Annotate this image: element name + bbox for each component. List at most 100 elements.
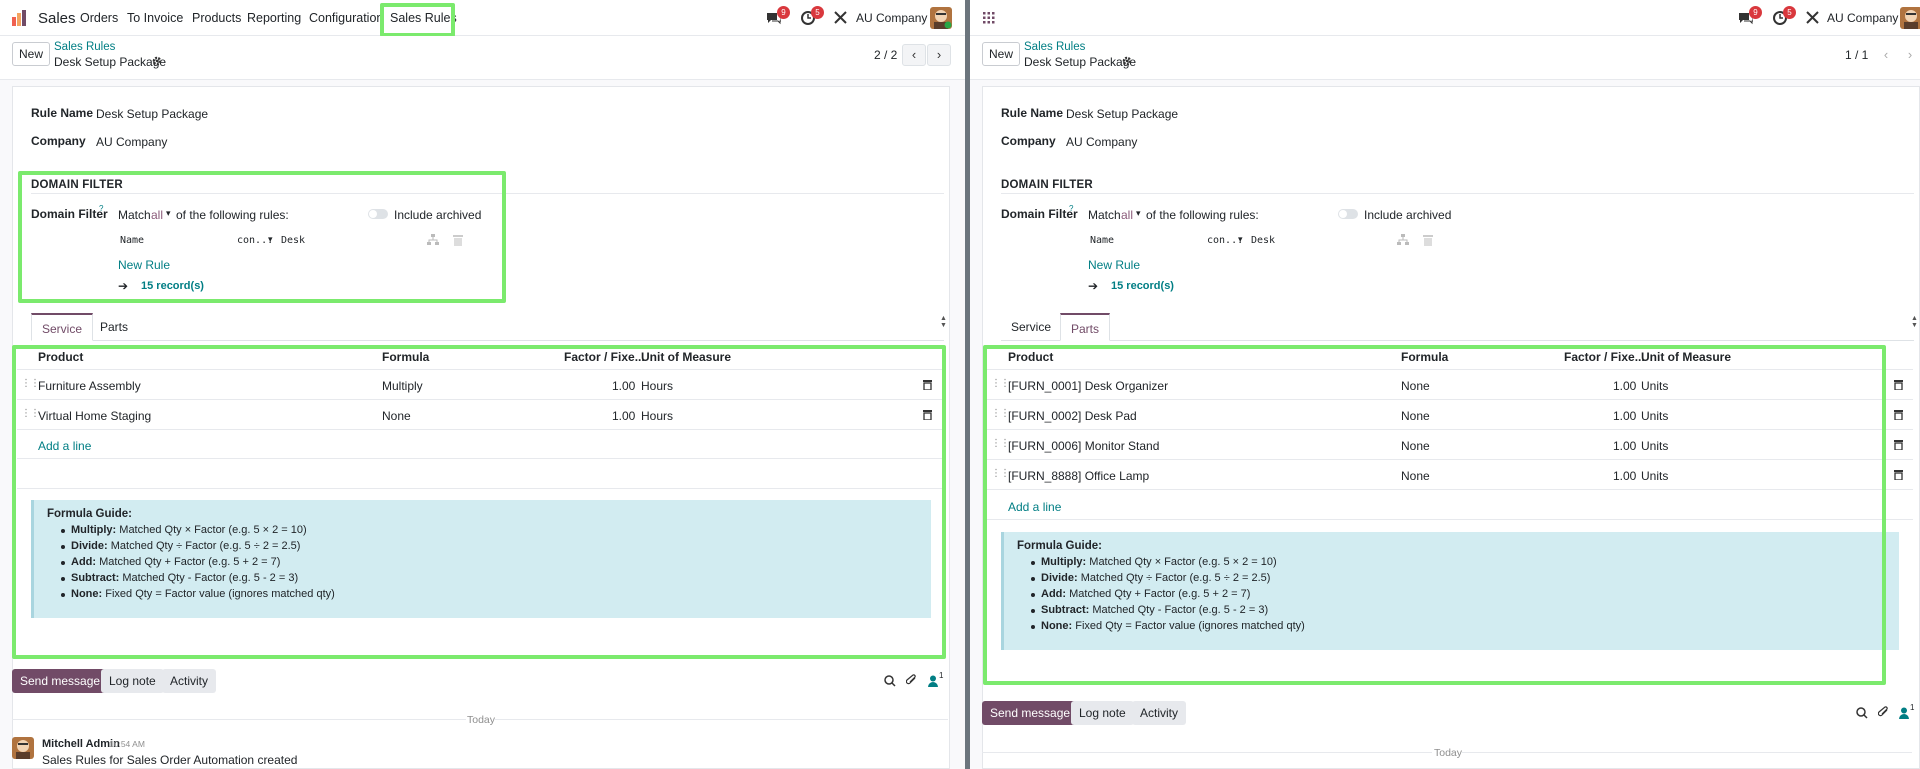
row-3-uom[interactable]: Units — [1641, 439, 1668, 453]
menu-configuration[interactable]: Configuration — [309, 11, 383, 25]
column-product[interactable]: Product — [1008, 350, 1053, 364]
row-2-formula[interactable]: None — [382, 409, 411, 423]
column-formula[interactable]: Formula — [1401, 350, 1448, 364]
help-tooltip-icon[interactable]: ? — [99, 204, 103, 213]
pager-value[interactable]: 1 / 1 — [1845, 48, 1868, 62]
add-a-line-link[interactable]: Add a line — [1008, 500, 1061, 514]
row-4-formula[interactable]: None — [1401, 469, 1430, 483]
gear-icon[interactable] — [1122, 56, 1132, 66]
help-tooltip-icon[interactable]: ? — [1069, 204, 1073, 213]
user-avatar[interactable] — [1900, 7, 1920, 29]
row-1-factor[interactable]: 1.00 — [612, 379, 635, 393]
gear-icon[interactable] — [152, 56, 162, 66]
rule-value-input[interactable]: Desk — [281, 235, 305, 246]
row-1-formula[interactable]: Multiply — [382, 379, 423, 393]
breadcrumb-sales-rules[interactable]: Sales Rules — [54, 41, 115, 53]
row-3-formula[interactable]: None — [1401, 439, 1430, 453]
apps-grid-icon[interactable] — [983, 12, 995, 24]
user-avatar[interactable] — [930, 7, 952, 29]
company-field[interactable]: AU Company — [96, 135, 167, 149]
pager-next-button[interactable]: › — [927, 44, 951, 66]
rule-name-field[interactable]: Desk Setup Package — [96, 107, 208, 121]
row-1-uom[interactable]: Units — [1641, 379, 1668, 393]
activity-button[interactable]: Activity — [1132, 701, 1187, 725]
records-count-link[interactable]: 15 record(s) — [141, 280, 204, 292]
add-branch-icon[interactable] — [427, 234, 439, 246]
rule-name-field[interactable]: Desk Setup Package — [1066, 107, 1178, 121]
row-4-factor[interactable]: 1.00 — [1613, 469, 1636, 483]
drag-handle-icon[interactable]: ⋮⋮ — [991, 378, 1010, 389]
records-count-link[interactable]: 15 record(s) — [1111, 280, 1174, 292]
column-factor[interactable]: Factor / Fixe... — [564, 350, 645, 364]
menu-products[interactable]: Products — [192, 11, 241, 25]
pager-prev-button[interactable]: ‹ — [1874, 44, 1898, 66]
row-1-product[interactable]: Furniture Assembly — [38, 379, 141, 393]
column-factor[interactable]: Factor / Fixe... — [1564, 350, 1645, 364]
rule-value-input[interactable]: Desk — [1251, 235, 1275, 246]
row-2-uom[interactable]: Units — [1641, 409, 1668, 423]
activity-button[interactable]: Activity — [162, 669, 217, 693]
pager-next-button[interactable]: › — [1898, 44, 1920, 66]
row-1-formula[interactable]: None — [1401, 379, 1430, 393]
tab-service[interactable]: Service — [31, 313, 94, 341]
menu-to-invoice[interactable]: To Invoice — [127, 11, 183, 25]
trash-icon[interactable] — [1894, 470, 1903, 480]
trash-icon[interactable] — [923, 380, 932, 390]
tab-parts[interactable]: Parts — [90, 313, 138, 341]
tab-parts[interactable]: Parts — [1060, 313, 1111, 341]
app-name[interactable]: Sales — [38, 10, 76, 27]
message-author-avatar[interactable] — [12, 737, 34, 759]
drag-handle-icon[interactable]: ⋮⋮ — [21, 378, 40, 389]
pager-prev-button[interactable]: ‹ — [902, 44, 926, 66]
new-rule-link[interactable]: New Rule — [118, 258, 170, 272]
new-rule-link[interactable]: New Rule — [1088, 258, 1140, 272]
scrollbar[interactable]: ▲ ▼ — [1911, 315, 1918, 329]
include-archived-toggle[interactable] — [368, 209, 388, 219]
pager-value[interactable]: 2 / 2 — [874, 48, 897, 62]
breadcrumb-sales-rules[interactable]: Sales Rules — [1024, 41, 1085, 53]
row-2-product[interactable]: [FURN_0002] Desk Pad — [1008, 409, 1137, 423]
followers-user-icon[interactable] — [928, 675, 938, 687]
search-icon[interactable] — [1856, 707, 1868, 719]
match-mode-select[interactable]: all — [151, 208, 163, 222]
column-formula[interactable]: Formula — [382, 350, 429, 364]
row-2-factor[interactable]: 1.00 — [1613, 409, 1636, 423]
rule-field-select[interactable]: Name — [120, 235, 144, 246]
company-field[interactable]: AU Company — [1066, 135, 1137, 149]
log-note-button[interactable]: Log note — [1071, 701, 1134, 725]
column-product[interactable]: Product — [38, 350, 83, 364]
company-switcher[interactable]: AU Company — [1827, 11, 1898, 25]
scrollbar[interactable]: ▲ ▼ — [940, 315, 947, 329]
send-message-button[interactable]: Send message — [12, 669, 109, 693]
column-uom[interactable]: Unit of Measure — [1641, 350, 1731, 364]
drag-handle-icon[interactable]: ⋮⋮ — [991, 408, 1010, 419]
add-branch-icon[interactable] — [1397, 234, 1409, 246]
drag-handle-icon[interactable]: ⋮⋮ — [991, 468, 1010, 479]
send-message-button[interactable]: Send message — [982, 701, 1079, 725]
paperclip-icon[interactable] — [1878, 706, 1890, 719]
include-archived-toggle[interactable] — [1338, 209, 1358, 219]
trash-icon[interactable] — [923, 410, 932, 420]
log-note-button[interactable]: Log note — [101, 669, 164, 693]
debug-tools-icon[interactable] — [834, 11, 847, 24]
menu-orders[interactable]: Orders — [80, 11, 118, 25]
row-3-product[interactable]: [FURN_0006] Monitor Stand — [1008, 439, 1159, 453]
trash-icon[interactable] — [1894, 410, 1903, 420]
trash-icon[interactable] — [1894, 440, 1903, 450]
rule-field-select[interactable]: Name — [1090, 235, 1114, 246]
menu-reporting[interactable]: Reporting — [247, 11, 301, 25]
search-icon[interactable] — [884, 675, 896, 687]
new-button[interactable]: New — [982, 42, 1020, 66]
drag-handle-icon[interactable]: ⋮⋮ — [991, 438, 1010, 449]
row-4-product[interactable]: [FURN_8888] Office Lamp — [1008, 469, 1149, 483]
sales-app-icon[interactable] — [12, 10, 28, 26]
delete-rule-icon[interactable] — [453, 234, 463, 246]
followers-user-icon[interactable] — [1899, 707, 1909, 719]
row-1-uom[interactable]: Hours — [641, 379, 673, 393]
match-mode-select[interactable]: all — [1121, 208, 1133, 222]
row-3-factor[interactable]: 1.00 — [1613, 439, 1636, 453]
new-button[interactable]: New — [12, 42, 50, 66]
row-2-factor[interactable]: 1.00 — [612, 409, 635, 423]
tab-service[interactable]: Service — [1001, 313, 1061, 341]
drag-handle-icon[interactable]: ⋮⋮ — [21, 408, 40, 419]
